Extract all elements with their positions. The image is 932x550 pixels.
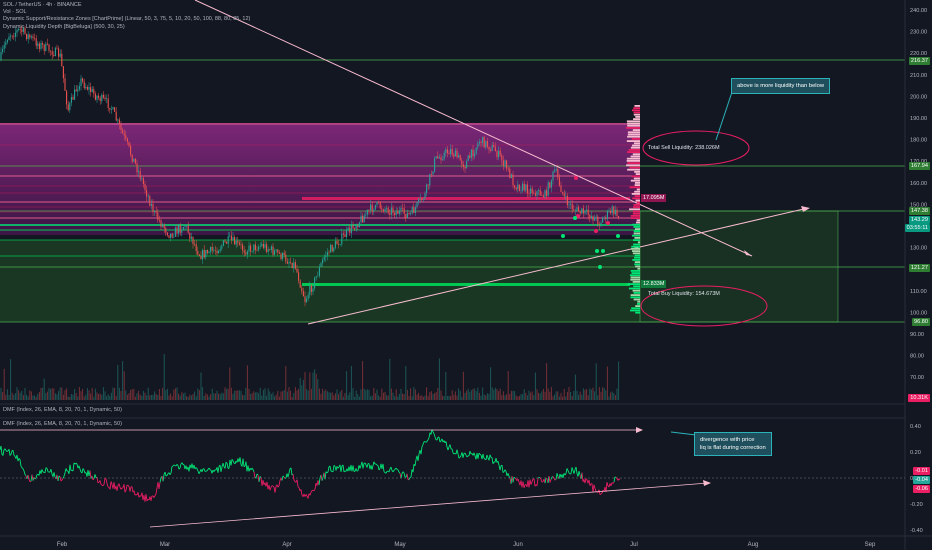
sr-zones-legend: Dynamic Support/Resistance Zones [ChartP… [3, 16, 251, 22]
dmf-axis-label: 0.20 [910, 450, 921, 456]
dmf-tag-c: -0.06 [913, 485, 930, 493]
time-axis-label: Jul [630, 542, 638, 548]
price-axis-label: 180.00 [910, 138, 927, 144]
bar-countdown: 03:55:11 [904, 224, 930, 232]
liquidity-depth-legend: Dynamic Liquidity Depth [BigBeluga] (500… [3, 24, 125, 30]
buy-liquidity-label: Total Buy Liquidity: 154.673M [648, 291, 720, 297]
time-axis-label: Feb [57, 542, 68, 548]
divergence-callout: divergence with price liq is flat during… [694, 432, 772, 456]
time-axis-label: Sep [865, 542, 876, 548]
divergence-callout-line1: divergence with price [700, 437, 755, 443]
time-axis-label: Mar [160, 542, 170, 548]
price-axis-label: 190.00 [910, 116, 927, 122]
price-tag-147: 147.38 [908, 207, 930, 215]
dmf-tag-b: -0.04 [913, 476, 930, 484]
dmf-axis-label: -0.40 [910, 528, 923, 534]
price-tag-216: 216.37 [908, 57, 930, 65]
time-axis-label: Apr [282, 542, 291, 548]
divergence-callout-line2: liq is flat during correction [700, 445, 766, 451]
price-axis-label: 200.00 [910, 94, 927, 100]
price-tag-121: 121.27 [908, 264, 930, 272]
price-axis-label: 100.00 [910, 310, 927, 316]
volume-tag: 10.31K [908, 394, 930, 402]
time-axis-label: Aug [748, 542, 759, 548]
symbol-title: SOL / TetherUS · 4h · BINANCE [3, 2, 82, 8]
sell-liquidity-zone [0, 123, 640, 235]
price-axis-label: 240.00 [910, 8, 927, 14]
dmf-legend-2: DMF (Index, 26, EMA, 8, 20, 70, 1, Dynam… [3, 421, 122, 427]
sell-liquidity-label: Total Sell Liquidity: 238.026M [648, 145, 720, 151]
price-axis-label: 80.00 [910, 354, 924, 360]
sell-liquidity-tag: 17.095M [641, 194, 667, 202]
liquidity-callout: above is more liquidity than below [731, 78, 831, 94]
price-axis-label: 160.00 [910, 181, 927, 187]
price-axis-label: 210.00 [910, 73, 927, 79]
dmf-axis-label: -0.20 [910, 502, 923, 508]
price-tag-last: 143.29 [908, 216, 930, 224]
price-tag-96: 96.80 [912, 318, 930, 326]
buy-liquidity-tag: 12.833M [641, 280, 667, 288]
dmf-legend-1: DMF (Index, 26, EMA, 8, 20, 70, 1, Dynam… [3, 407, 122, 413]
price-axis-label: 90.00 [910, 332, 924, 338]
price-axis-label: 110.00 [910, 289, 927, 295]
time-axis-label: May [394, 542, 405, 548]
volume-legend: Vol · SOL [3, 9, 27, 15]
price-tag-167: 167.94 [908, 162, 930, 170]
price-axis-label: 130.00 [910, 246, 927, 252]
dmf-axis-label: 0.40 [910, 424, 921, 430]
dmf-tag-a: -0.01 [913, 467, 930, 475]
price-axis-label: 230.00 [910, 30, 927, 36]
time-axis-label: Jun [513, 542, 523, 548]
price-axis-label: 70.00 [910, 375, 924, 381]
